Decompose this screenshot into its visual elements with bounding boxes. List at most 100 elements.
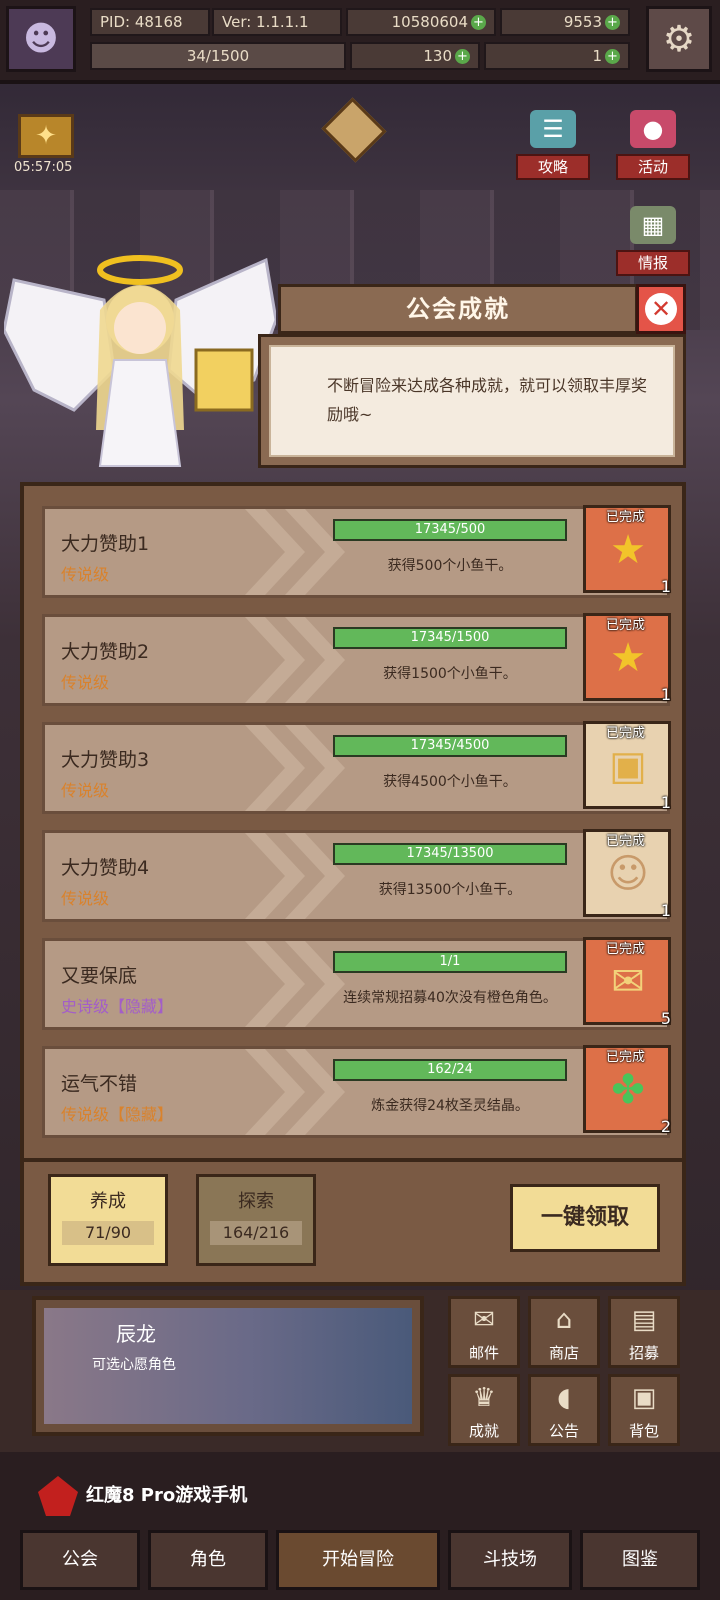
reward-count: 5 xyxy=(660,1009,671,1028)
chevron-decoration-icon xyxy=(245,941,345,1027)
nav-arena[interactable]: 斗技场 xyxy=(448,1530,572,1590)
key-counter[interactable]: 1 + xyxy=(484,42,630,70)
reward-claim-box[interactable]: 已完成 ✉ 5 xyxy=(583,937,671,1028)
achievement-row[interactable]: 大力赞助1 传说级 17345/500 获得500个小鱼干。 已完成 ★ 1 xyxy=(42,505,671,598)
achievement-row[interactable]: 大力赞助2 传说级 17345/1500 获得1500个小鱼干。 已完成 ★ 1 xyxy=(42,613,671,706)
star-icon: ★ xyxy=(610,527,646,573)
events-label: 活动 xyxy=(616,154,690,180)
mail-icon: ✉ xyxy=(473,1305,495,1335)
clover-icon: ✤ xyxy=(611,1067,645,1113)
reward-claim-box[interactable]: 已完成 ▣ 1 xyxy=(583,721,671,812)
player-avatar[interactable]: ☻ xyxy=(6,6,76,72)
achievement-name: 运气不错 xyxy=(61,1073,138,1095)
achievement-rank: 传说级【隐藏】 xyxy=(61,1105,174,1124)
gift-timer: 05:57:05 xyxy=(14,160,73,175)
add-clover-icon[interactable]: + xyxy=(455,49,470,64)
achievement-progress-text: 17345/13500 xyxy=(406,846,494,861)
events-button[interactable]: ● 活动 xyxy=(616,110,690,182)
reward-claim-box[interactable]: 已完成 ★ 1 xyxy=(583,613,671,704)
achievement-reward: 获得4500个小鱼干。 xyxy=(383,774,517,790)
achievement-name: 又要保底 xyxy=(61,965,138,987)
completed-label: 已完成 xyxy=(606,1050,646,1065)
angel-character xyxy=(4,255,276,467)
wish-character-banner[interactable]: 辰龙 可选心愿角色 xyxy=(32,1296,424,1436)
achievement-progress-text: 17345/4500 xyxy=(410,738,490,753)
chevron-decoration-icon xyxy=(245,725,345,811)
nav-gallery[interactable]: 图鉴 xyxy=(580,1530,700,1590)
reward-claim-box[interactable]: 已完成 ☺ 1 xyxy=(583,829,671,920)
gold-counter[interactable]: 10580604 + xyxy=(346,8,496,36)
achievement-list[interactable]: 大力赞助1 传说级 17345/500 获得500个小鱼干。 已完成 ★ 1 大… xyxy=(20,482,686,1162)
clover-counter[interactable]: 130 + xyxy=(350,42,480,70)
add-key-icon[interactable]: + xyxy=(605,49,620,64)
achievement-progress-bar: 17345/13500 xyxy=(333,843,567,865)
achievement-name: 大力赞助3 xyxy=(61,749,150,771)
recruit-button[interactable]: ▤ 招募 xyxy=(608,1296,680,1368)
achievement-progress-text: 1/1 xyxy=(439,954,461,969)
gem-counter[interactable]: 9553 + xyxy=(500,8,630,36)
gem-value: 9553 xyxy=(563,13,602,31)
add-gem-icon[interactable]: + xyxy=(605,15,620,30)
halo-crown-icon xyxy=(97,255,183,285)
achievement-reward: 获得500个小鱼干。 xyxy=(387,558,513,574)
nav-start-adventure[interactable]: 开始冒险 xyxy=(276,1530,440,1590)
achievement-reward: 炼金获得24枚圣灵结晶。 xyxy=(371,1098,529,1114)
balloons-icon: ● xyxy=(630,110,676,148)
shop-button[interactable]: ⌂ 商店 xyxy=(528,1296,600,1368)
collect-all-button[interactable]: 一键领取 xyxy=(510,1184,660,1252)
tab-explore-label: 探索 xyxy=(238,1191,274,1212)
achievement-reward: 获得1500个小鱼干。 xyxy=(383,666,517,682)
achievement-rank: 传说级 xyxy=(61,781,110,800)
settings-gear-icon[interactable]: ⚙ xyxy=(646,6,712,72)
notice-button[interactable]: ◖ 公告 xyxy=(528,1374,600,1446)
guide-button[interactable]: ☰ 攻略 xyxy=(516,110,590,182)
achievement-progress-text: 17345/500 xyxy=(414,522,486,537)
chevron-decoration-icon xyxy=(245,833,345,919)
achievement-row[interactable]: 又要保底 史诗级【隐藏】 1/1 连续常规招募40次没有橙色角色。 已完成 ✉ … xyxy=(42,937,671,1030)
intel-button[interactable]: ▦ 情报 xyxy=(616,206,690,278)
reward-count: 1 xyxy=(660,901,671,920)
achievement-progress-text: 162/24 xyxy=(427,1062,473,1077)
reward-count: 1 xyxy=(660,685,671,704)
gift-box-icon[interactable]: ✦ xyxy=(18,114,74,158)
achievement-button[interactable]: ♛ 成就 xyxy=(448,1374,520,1446)
tab-cultivate[interactable]: 养成 71/90 xyxy=(48,1174,168,1266)
achievement-rank: 传说级 xyxy=(61,889,110,908)
reward-count: 2 xyxy=(660,1117,671,1136)
achievement-label: 成就 xyxy=(468,1422,499,1440)
achievement-progress-bar: 17345/1500 xyxy=(333,627,567,649)
star-icon: ★ xyxy=(610,635,646,681)
chat-bubble-icon: ☰ xyxy=(530,110,576,148)
envelope-icon: ✉ xyxy=(611,959,645,1005)
tab-cultivate-progress: 71/90 xyxy=(62,1221,154,1245)
device-watermark: 红魔8 Pro游戏手机 xyxy=(38,1476,247,1516)
achievement-row[interactable]: 大力赞助4 传说级 17345/13500 获得13500个小鱼干。 已完成 ☺… xyxy=(42,829,671,922)
close-button[interactable]: ✕ xyxy=(636,284,686,334)
tab-explore[interactable]: 探索 164/216 xyxy=(196,1174,316,1266)
dialog-description: 不断冒险来达成各种成就，就可以领取丰厚奖励哦~ xyxy=(269,345,675,457)
nav-character[interactable]: 角色 xyxy=(148,1530,268,1590)
key-value: 1 xyxy=(592,47,602,65)
achievement-name: 大力赞助4 xyxy=(61,857,150,879)
chevron-decoration-icon xyxy=(245,509,345,595)
achievement-progress-text: 17345/1500 xyxy=(410,630,490,645)
achievement-row[interactable]: 运气不错 传说级【隐藏】 162/24 炼金获得24枚圣灵结晶。 已完成 ✤ 2 xyxy=(42,1045,671,1138)
bag-button[interactable]: ▣ 背包 xyxy=(608,1374,680,1446)
nav-guild[interactable]: 公会 xyxy=(20,1530,140,1590)
completed-label: 已完成 xyxy=(606,726,646,741)
golden-book-icon xyxy=(194,348,254,412)
achievement-row[interactable]: 大力赞助3 传说级 17345/4500 获得4500个小鱼干。 已完成 ▣ 1 xyxy=(42,721,671,814)
banner-subtitle: 可选心愿角色 xyxy=(92,1357,176,1373)
recruit-label: 招募 xyxy=(628,1344,659,1362)
close-icon: ✕ xyxy=(645,293,677,325)
add-gold-icon[interactable]: + xyxy=(471,15,486,30)
tab-explore-progress: 164/216 xyxy=(210,1221,302,1245)
reward-claim-box[interactable]: 已完成 ★ 1 xyxy=(583,505,671,596)
mail-button[interactable]: ✉ 邮件 xyxy=(448,1296,520,1368)
completed-label: 已完成 xyxy=(606,510,646,525)
achievement-rank: 传说级 xyxy=(61,565,110,584)
dialog-title: 公会成就 xyxy=(278,284,638,334)
reward-claim-box[interactable]: 已完成 ✤ 2 xyxy=(583,1045,671,1136)
clover-value: 130 xyxy=(423,47,452,65)
completed-label: 已完成 xyxy=(606,834,646,849)
